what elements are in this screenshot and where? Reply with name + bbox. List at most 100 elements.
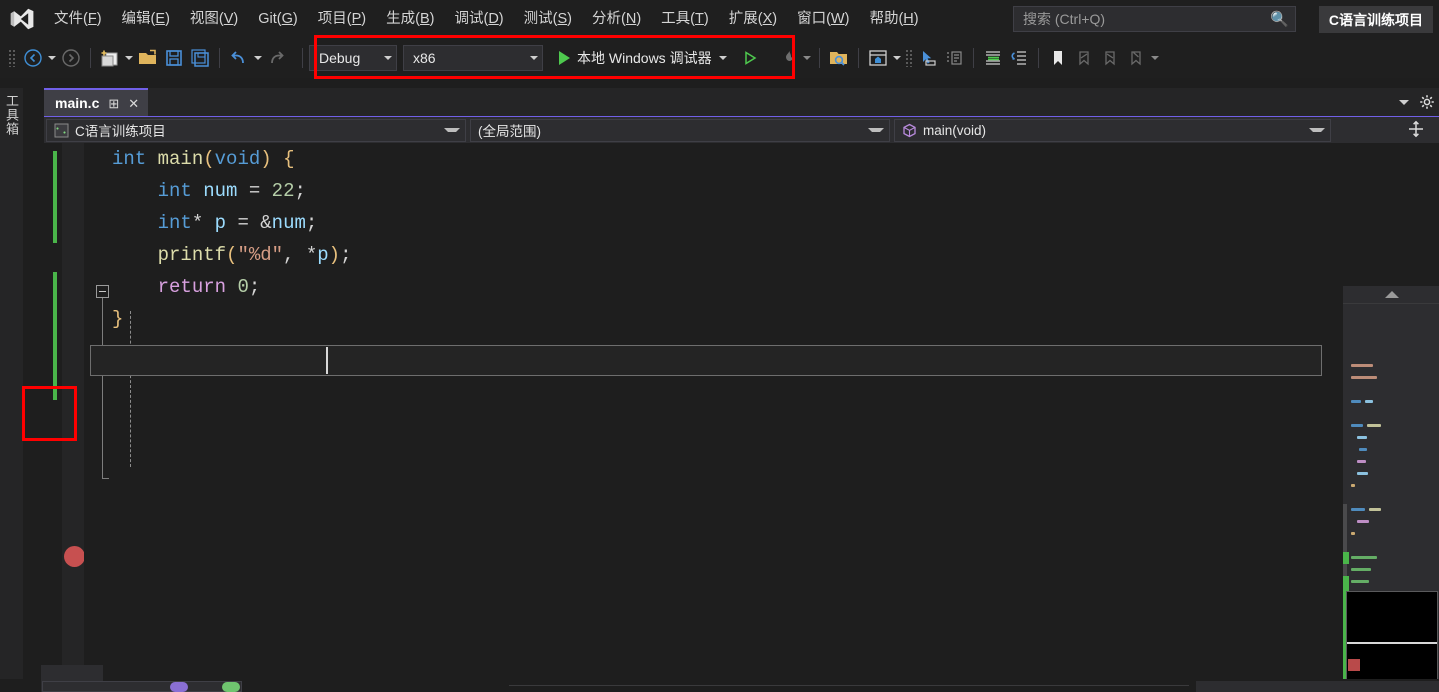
save-icon[interactable] [161, 45, 187, 71]
minimap-line [1357, 472, 1368, 475]
menu-git[interactable]: Git(G) [249, 6, 306, 32]
bottom-divider [509, 685, 1189, 686]
tab-main-c[interactable]: main.c ⊞ ✕ [44, 88, 149, 116]
code-text[interactable]: int main(void) { int num = 22; int* p = … [112, 143, 1342, 335]
code-line[interactable]: int main(void) { [112, 143, 1342, 175]
toolbar-overflow-icon[interactable] [1149, 45, 1161, 71]
menu-accelerator: E [155, 10, 166, 27]
bottom-field-stub[interactable] [42, 681, 242, 692]
menu-file[interactable]: 文件(F) [45, 6, 111, 32]
code-line[interactable]: return 0; [112, 271, 1342, 303]
menu-build[interactable]: 生成(B) [377, 6, 443, 32]
minimap-line [1359, 448, 1367, 451]
code-editor[interactable]: int main(void) { int num = 22; int* p = … [24, 143, 1439, 692]
clear-bookmarks-icon[interactable] [1123, 45, 1149, 71]
solution-explorer-dropdown-icon[interactable] [891, 45, 903, 71]
menu-analyze[interactable]: 分析(N) [583, 6, 650, 32]
navigate-forward-icon[interactable] [58, 45, 84, 71]
start-without-debugging-icon[interactable] [737, 45, 763, 71]
pin-icon[interactable]: ⊞ [108, 97, 119, 110]
pointer-select-icon[interactable] [915, 45, 941, 71]
chevron-down-icon[interactable] [444, 128, 460, 132]
project-title-badge: C语言训练项目 [1318, 6, 1433, 33]
navbar-member-select[interactable]: main(void) [894, 118, 1331, 142]
bottom-right-stub [1196, 681, 1439, 692]
split-window-icon[interactable] [1407, 120, 1425, 141]
code-line[interactable]: printf("%d", *p); [112, 239, 1342, 271]
toolbar-separator-7 [1037, 48, 1039, 68]
c-project-icon [54, 123, 69, 138]
navigate-back-dropdown-icon[interactable] [46, 45, 58, 71]
hot-reload-dropdown-icon[interactable] [801, 45, 813, 71]
menu-window[interactable]: 窗口(W) [788, 6, 858, 32]
navbar-project-select[interactable]: C语言训练项目 [46, 118, 466, 142]
bookmark-icon[interactable] [1045, 45, 1071, 71]
menu-accelerator: T [695, 10, 704, 27]
code-token: * [191, 212, 204, 234]
breakpoint-dot[interactable] [64, 546, 85, 567]
menu-extensions[interactable]: 扩展(X) [720, 6, 786, 32]
toolbar-grip[interactable] [8, 49, 16, 67]
code-token: ; [305, 212, 318, 234]
minimap-body[interactable] [1343, 304, 1439, 692]
menu-project[interactable]: 项目(P) [309, 6, 375, 32]
chevron-down-icon[interactable] [868, 128, 884, 132]
code-token: printf [157, 244, 227, 266]
code-token: * [305, 244, 318, 266]
minimap-line [1351, 376, 1377, 379]
toolbox-rail[interactable]: 工具箱 [0, 88, 24, 692]
menu-edit[interactable]: 编辑(E) [113, 6, 179, 32]
hot-reload-icon[interactable] [775, 45, 801, 71]
search-icon[interactable]: 🔍 [1270, 12, 1289, 27]
navigate-back-icon[interactable] [20, 45, 46, 71]
chevron-down-icon[interactable] [718, 56, 727, 60]
new-item-icon[interactable] [97, 45, 123, 71]
undo-icon[interactable] [226, 45, 252, 71]
close-icon[interactable]: ✕ [128, 97, 139, 110]
minimap-line [1351, 400, 1361, 403]
find-in-files-icon[interactable] [826, 45, 852, 71]
chevron-down-icon[interactable] [1309, 128, 1325, 132]
prev-bookmark-icon[interactable] [1071, 45, 1097, 71]
minimap[interactable] [1342, 286, 1439, 692]
menu-test[interactable]: 测试(S) [515, 6, 581, 32]
toolbar-separator-5 [857, 48, 859, 68]
collapse-icon[interactable] [96, 285, 109, 298]
code-token: ; [248, 276, 261, 298]
minimap-line [1351, 556, 1377, 559]
next-bookmark-icon[interactable] [1097, 45, 1123, 71]
chevron-down-icon[interactable] [1399, 99, 1409, 105]
search-input[interactable] [1023, 11, 1271, 27]
search-box[interactable]: 🔍 [1013, 6, 1296, 32]
start-debugging-button[interactable]: 本地 Windows 调试器 [553, 45, 731, 71]
menu-debug[interactable]: 调试(D) [445, 6, 512, 32]
code-surface[interactable]: int main(void) { int num = 22; int* p = … [84, 143, 1342, 679]
format-document-icon[interactable] [980, 45, 1006, 71]
menu-help[interactable]: 帮助(H) [860, 6, 927, 32]
code-token: num [271, 212, 306, 234]
compare-icon[interactable] [941, 45, 967, 71]
toolbar-grip-2[interactable] [904, 49, 913, 67]
chevron-down-icon[interactable] [520, 56, 538, 60]
menu-tools[interactable]: 工具(T) [652, 6, 718, 32]
code-line[interactable]: } [112, 303, 1342, 335]
undo-dropdown-icon[interactable] [252, 45, 264, 71]
navbar-scope-select[interactable]: (全局范围) [470, 118, 890, 142]
code-token: ) [328, 244, 341, 266]
code-line[interactable]: int num = 22; [112, 175, 1342, 207]
platform-select[interactable]: x86 [403, 45, 543, 71]
scroll-up-icon[interactable] [1343, 286, 1439, 304]
code-token: = [237, 180, 272, 202]
solution-explorer-icon[interactable] [865, 45, 891, 71]
gear-icon[interactable] [1419, 94, 1435, 110]
new-item-dropdown-icon[interactable] [123, 45, 135, 71]
open-file-icon[interactable] [135, 45, 161, 71]
comment-selection-icon[interactable] [1006, 45, 1032, 71]
chevron-down-icon[interactable] [374, 56, 392, 60]
code-line[interactable]: int* p = &num; [112, 207, 1342, 239]
menu-view[interactable]: 视图(V) [181, 6, 247, 32]
save-all-icon[interactable] [187, 45, 213, 71]
configuration-select[interactable]: Debug [309, 45, 397, 71]
redo-icon[interactable] [264, 45, 290, 71]
